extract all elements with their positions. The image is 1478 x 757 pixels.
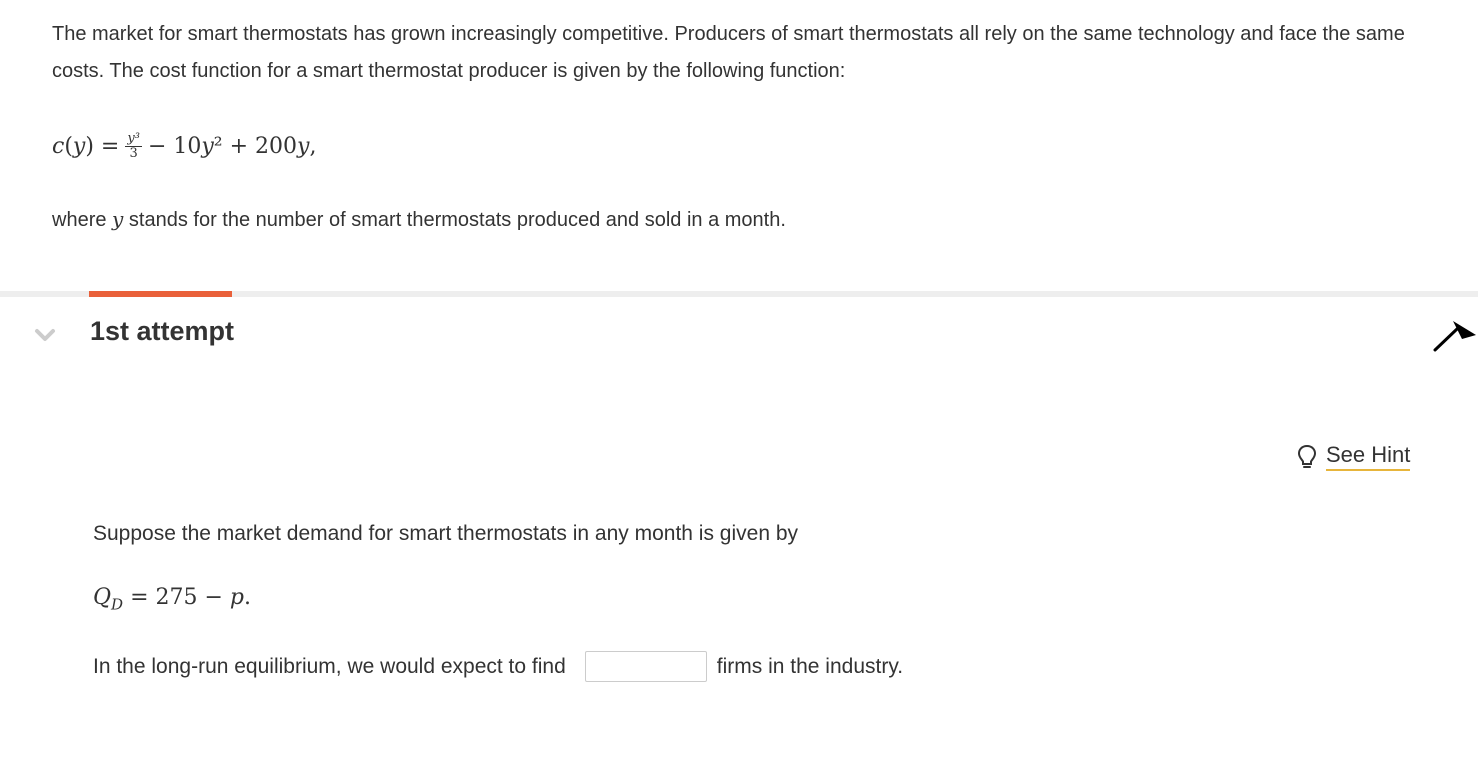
answer-row: In the long-run equilibrium, we would ex… <box>93 651 903 682</box>
problem-intro: The market for smart thermostats has gro… <box>52 16 1422 90</box>
see-hint-button[interactable]: See Hint <box>1296 442 1411 471</box>
see-hint-label[interactable]: See Hint <box>1326 442 1411 471</box>
fraction-numerator: y³ <box>125 130 142 147</box>
where-var: y <box>112 207 124 231</box>
question-text: Suppose the market demand for smart ther… <box>93 522 799 545</box>
where-pre: where <box>52 209 113 231</box>
formula-var: y <box>72 133 86 159</box>
answer-suffix: firms in the industry. <box>716 654 904 678</box>
attempt-title[interactable]: 1st attempt <box>90 316 234 347</box>
formula-rest-b: ² + 200 <box>213 133 298 159</box>
cost-function-formula: c (y) = y³ 3 − 10 y ² + 200 y, <box>52 124 316 168</box>
fraction-denominator: 3 <box>129 145 138 161</box>
formula-rest-c: , <box>309 133 317 159</box>
formula-var1: y <box>201 133 214 159</box>
answer-prefix: In the long-run equilibrium, we would ex… <box>93 654 566 678</box>
lightbulb-icon <box>1297 444 1317 468</box>
flag-icon[interactable] <box>1430 317 1478 355</box>
demand-formula: QD = 275 − p. <box>93 585 251 613</box>
formula-var2: y <box>297 133 310 159</box>
formula-open: ( <box>64 133 73 159</box>
active-attempt-indicator <box>89 291 232 297</box>
demand-sub: D <box>111 595 124 614</box>
intro-text: The market for smart thermostats has gro… <box>52 23 1405 82</box>
demand-middle: = 275 − <box>123 585 230 610</box>
demand-end: . <box>244 585 252 610</box>
formula-rest-a: − 10 <box>147 133 202 159</box>
firm-count-input[interactable] <box>584 651 707 682</box>
demand-q: Q <box>93 585 112 610</box>
chevron-down-icon[interactable] <box>34 324 56 346</box>
where-post: stands for the number of smart thermosta… <box>123 209 786 231</box>
formula-close: ) = <box>85 133 120 159</box>
demand-p: p <box>229 585 245 610</box>
formula-fraction: y³ 3 <box>125 130 142 161</box>
variable-definition: where y stands for the number of smart t… <box>52 207 786 232</box>
formula-c: c <box>52 133 65 159</box>
